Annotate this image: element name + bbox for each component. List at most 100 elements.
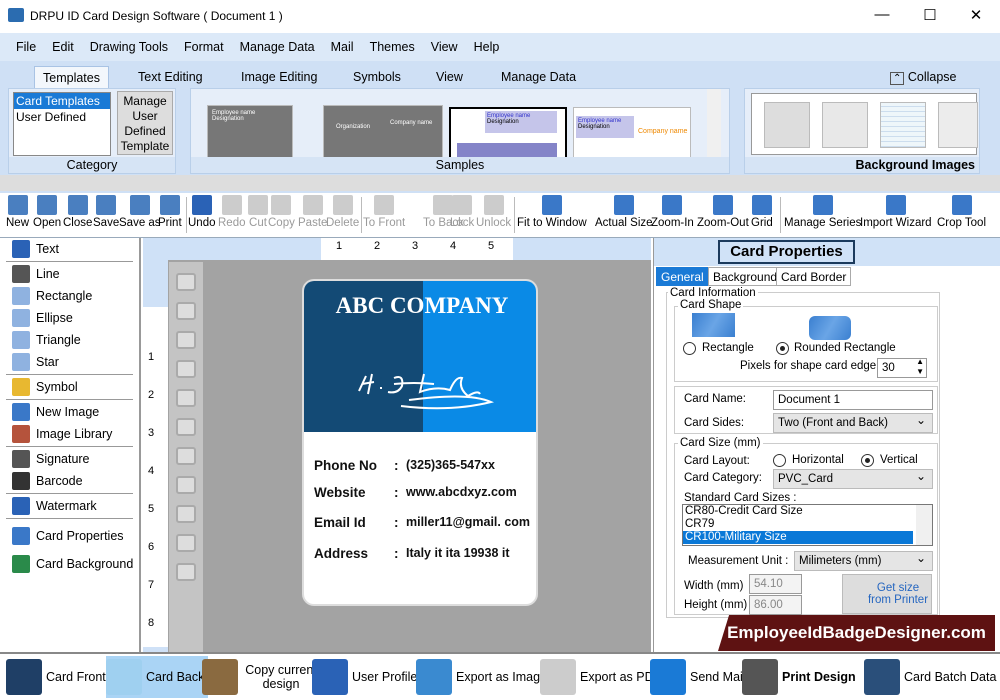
tab-symbols[interactable]: Symbols bbox=[353, 66, 401, 88]
export-as-pdf-button[interactable]: Export as PDF bbox=[540, 656, 661, 698]
category-list[interactable]: Card Templates User Defined bbox=[13, 92, 111, 156]
tab-templates[interactable]: Templates bbox=[34, 66, 109, 88]
design-canvas[interactable]: 1 2 3 4 5 1 2 3 4 5 6 7 8 ABC COMPANY Phone No: (325… bbox=[143, 238, 651, 652]
menu-themes[interactable]: Themes bbox=[370, 40, 415, 54]
redo-button[interactable]: Redo bbox=[218, 195, 246, 229]
rounded-rectangle-radio[interactable] bbox=[776, 342, 789, 355]
stepper-arrows-icon[interactable]: ▲ ▼ bbox=[916, 357, 924, 377]
lock-button[interactable]: Lock bbox=[450, 195, 474, 229]
card-category-select[interactable]: PVC_Card bbox=[773, 467, 933, 489]
zoom-in-button[interactable]: Zoom-In bbox=[651, 195, 694, 229]
copy-button[interactable]: Copy bbox=[268, 195, 295, 229]
align-center-icon[interactable] bbox=[176, 534, 196, 552]
card-sides-select[interactable]: Two (Front and Back) bbox=[773, 411, 933, 433]
sample-thumb-1[interactable]: Employee name Designation bbox=[207, 105, 293, 161]
menu-mail[interactable]: Mail bbox=[331, 40, 354, 54]
size-option-selected[interactable]: CR100-Military Size bbox=[683, 531, 913, 544]
maximize-button[interactable]: ☐ bbox=[920, 6, 940, 24]
card-batch-data-button[interactable]: Card Batch Data bbox=[864, 656, 996, 698]
unlock-button[interactable]: Unlock bbox=[476, 195, 511, 229]
tab-general[interactable]: General bbox=[656, 267, 709, 286]
size-option[interactable]: CR79 bbox=[683, 518, 932, 531]
menu-drawing-tools[interactable]: Drawing Tools bbox=[90, 40, 168, 54]
import-wizard-button[interactable]: Import Wizard bbox=[860, 195, 932, 229]
menu-view[interactable]: View bbox=[431, 40, 458, 54]
bg-image-grid[interactable] bbox=[880, 102, 926, 148]
bg-image-gradient[interactable] bbox=[938, 102, 978, 148]
tab-view[interactable]: View bbox=[436, 66, 463, 88]
signature-image[interactable] bbox=[354, 366, 504, 416]
bg-image-no-preview[interactable] bbox=[764, 102, 810, 148]
fit-to-window-button[interactable]: Fit to Window bbox=[517, 195, 587, 229]
width-input[interactable]: 54.10 bbox=[749, 574, 802, 594]
to-front-button[interactable]: To Front bbox=[363, 195, 405, 229]
delete-button[interactable]: Delete bbox=[326, 195, 359, 229]
tool-signature[interactable]: Signature bbox=[0, 448, 139, 470]
tool-symbol[interactable]: Symbol bbox=[0, 376, 139, 398]
sample-thumb-2[interactable]: Organization Company name bbox=[323, 105, 443, 161]
tab-text-editing[interactable]: Text Editing bbox=[138, 66, 203, 88]
actual-size-button[interactable]: Actual Size bbox=[595, 195, 653, 229]
tool-rectangle[interactable]: Rectangle bbox=[0, 285, 139, 307]
measurement-unit-select[interactable]: Milimeters (mm) bbox=[794, 549, 933, 571]
rectangle-shape-preview[interactable] bbox=[692, 313, 735, 337]
menu-format[interactable]: Format bbox=[184, 40, 224, 54]
save-as-button[interactable]: Save as bbox=[119, 195, 161, 229]
open-button[interactable]: Open bbox=[33, 195, 61, 229]
align-left-icon[interactable] bbox=[176, 389, 196, 407]
move-icon[interactable] bbox=[176, 563, 196, 581]
card-back-button[interactable]: Card Back bbox=[106, 656, 209, 698]
tool-ellipse[interactable]: Ellipse bbox=[0, 307, 139, 329]
manage-series-button[interactable]: Manage Series bbox=[784, 195, 861, 229]
card-name-input[interactable]: Document 1 bbox=[773, 390, 933, 410]
tab-card-border[interactable]: Card Border bbox=[776, 267, 852, 286]
menu-help[interactable]: Help bbox=[474, 40, 500, 54]
tool-barcode[interactable]: Barcode bbox=[0, 470, 139, 492]
send-mail-button[interactable]: Send Mail bbox=[650, 656, 746, 698]
tool-text[interactable]: Text bbox=[0, 238, 139, 260]
sample-thumb-3-selected[interactable]: Employee name Designation bbox=[449, 107, 567, 163]
undo-button[interactable]: Undo bbox=[188, 195, 216, 229]
tool-card-background[interactable]: Card Background bbox=[0, 553, 139, 575]
tab-background[interactable]: Background bbox=[708, 267, 783, 286]
lock-icon[interactable] bbox=[176, 331, 196, 349]
collapse-button[interactable]: ⌃ Collapse bbox=[890, 66, 957, 88]
size-option[interactable]: CR80-Credit Card Size bbox=[683, 505, 932, 518]
sample-thumb-4[interactable]: Employee name Designation Company name bbox=[573, 107, 691, 163]
card-front-button[interactable]: Card Front bbox=[6, 656, 106, 698]
pixels-edge-stepper[interactable]: 30 ▲ ▼ bbox=[877, 357, 927, 378]
unlock-icon[interactable] bbox=[176, 360, 196, 378]
rectangle-radio[interactable] bbox=[683, 342, 696, 355]
category-user-defined[interactable]: User Defined bbox=[14, 109, 110, 125]
user-profile-button[interactable]: User Profile bbox=[312, 656, 417, 698]
new-button[interactable]: New bbox=[6, 195, 29, 229]
tool-triangle[interactable]: Triangle bbox=[0, 329, 139, 351]
print-design-button[interactable]: Print Design bbox=[742, 656, 856, 698]
company-name[interactable]: ABC COMPANY bbox=[304, 293, 536, 319]
ribbon-horizontal-scrollbar[interactable] bbox=[0, 175, 1000, 191]
menu-file[interactable]: File bbox=[16, 40, 36, 54]
bring-forward-icon[interactable] bbox=[176, 273, 196, 291]
print-button[interactable]: Print bbox=[158, 195, 182, 229]
bg-image-texture[interactable] bbox=[822, 102, 868, 148]
category-card-templates[interactable]: Card Templates bbox=[14, 93, 110, 109]
samples-scrollbar[interactable] bbox=[707, 89, 721, 159]
rounded-rectangle-shape-preview[interactable] bbox=[809, 316, 851, 340]
send-backward-icon[interactable] bbox=[176, 302, 196, 320]
crop-tool-button[interactable]: Crop Tool bbox=[937, 195, 986, 229]
tool-new-image[interactable]: New Image bbox=[0, 401, 139, 423]
zoom-out-button[interactable]: Zoom-Out bbox=[697, 195, 749, 229]
minimize-button[interactable]: — bbox=[872, 6, 892, 23]
save-button[interactable]: Save bbox=[93, 195, 119, 229]
tab-image-editing[interactable]: Image Editing bbox=[241, 66, 317, 88]
get-size-from-printer-button[interactable]: Get size from Printer bbox=[842, 574, 932, 614]
manage-user-defined-template-button[interactable]: Manage User Defined Template bbox=[117, 91, 173, 155]
id-card[interactable]: ABC COMPANY Phone No: (325)365-547xx Websi… bbox=[302, 279, 538, 606]
menu-edit[interactable]: Edit bbox=[52, 40, 74, 54]
tool-star[interactable]: Star bbox=[0, 351, 139, 373]
align-top-icon[interactable] bbox=[176, 447, 196, 465]
tool-card-properties[interactable]: Card Properties bbox=[0, 525, 139, 547]
close-button[interactable]: ✕ bbox=[966, 6, 986, 24]
horizontal-radio[interactable] bbox=[773, 454, 786, 467]
tool-image-library[interactable]: Image Library bbox=[0, 423, 139, 445]
